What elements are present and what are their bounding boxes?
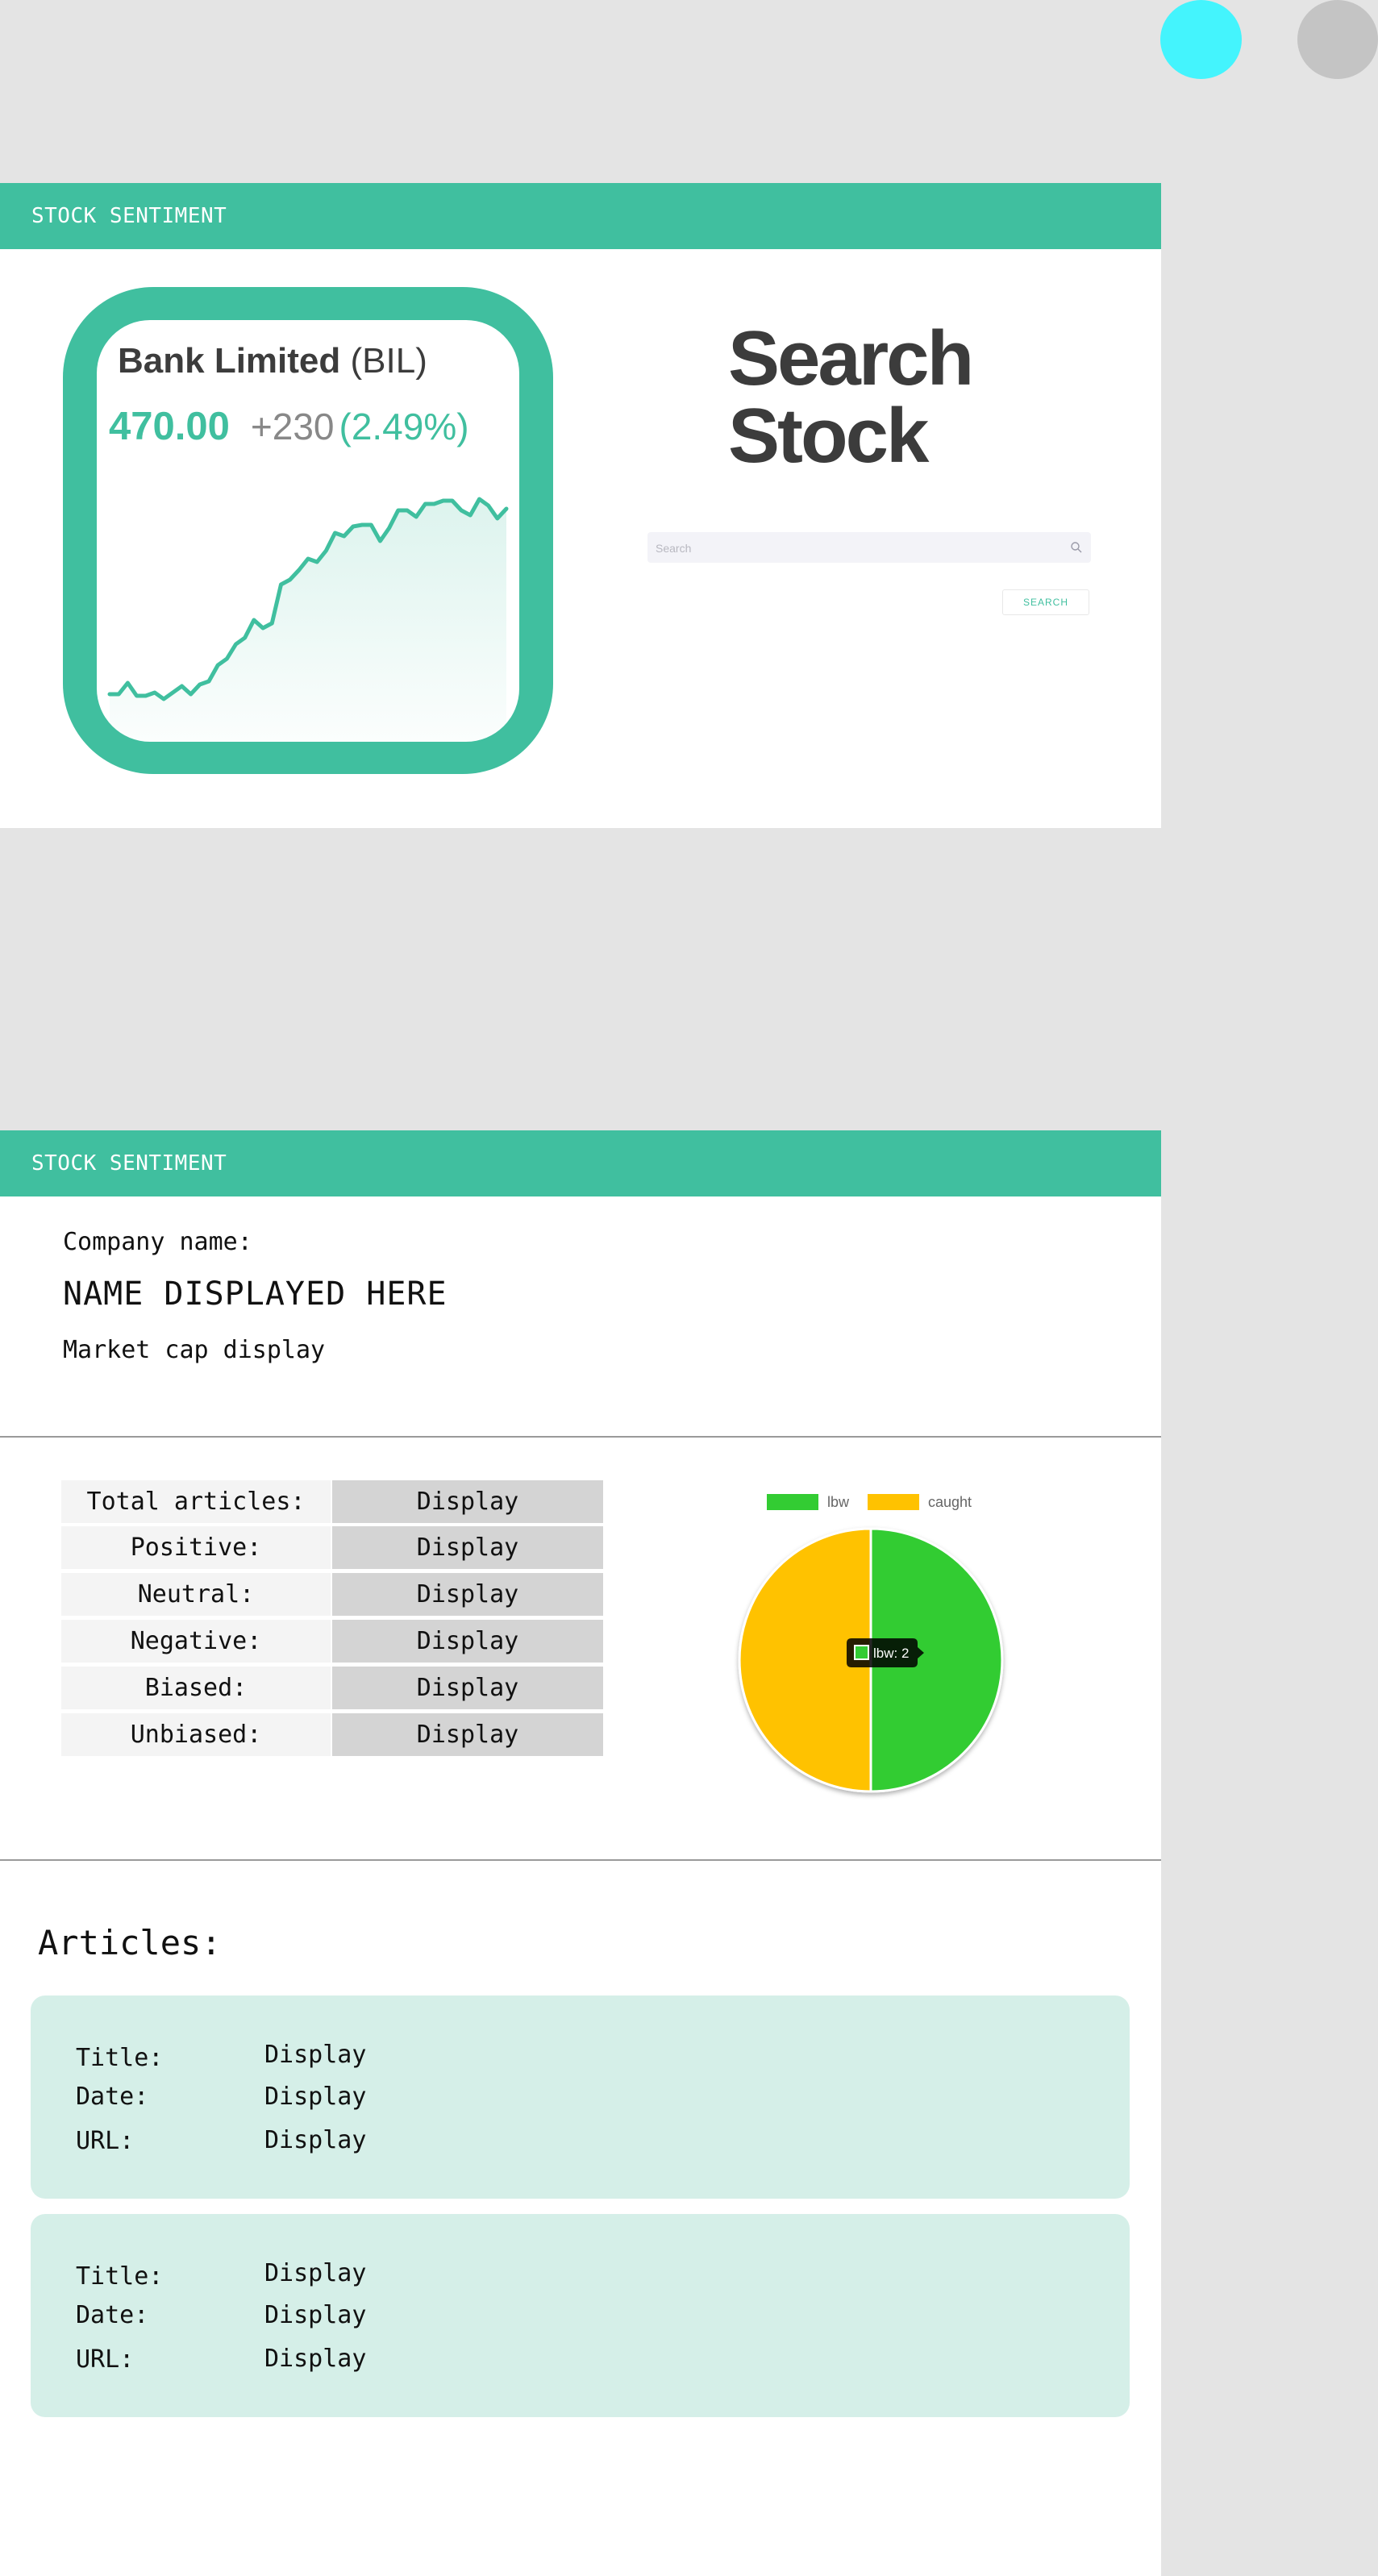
stat-value: Display bbox=[332, 1480, 603, 1523]
stock-change: +230 bbox=[250, 406, 335, 447]
stat-label: Unbiased: bbox=[61, 1713, 331, 1756]
market-cap-value: Market cap display bbox=[63, 1336, 326, 1364]
stat-row-total: Total articles: Display bbox=[61, 1480, 603, 1523]
article-card[interactable]: Title: Display Date: Display URL: Displa… bbox=[31, 2214, 1130, 2417]
article-url-value[interactable]: Display bbox=[264, 2345, 366, 2373]
search-title-line-2: Stock bbox=[728, 393, 929, 479]
search-input[interactable] bbox=[654, 532, 1060, 564]
article-date-value: Display bbox=[264, 2083, 367, 2111]
stock-price-line: 470.00 +230 (2.49%) bbox=[109, 404, 469, 449]
legend-label-lbw[interactable]: lbw bbox=[827, 1494, 850, 1510]
stat-value: Display bbox=[332, 1713, 603, 1756]
price-sparkline-chart bbox=[107, 497, 509, 742]
search-title: Search Stock bbox=[728, 320, 1067, 475]
legend-swatch-caught[interactable] bbox=[866, 1492, 921, 1512]
search-box bbox=[647, 532, 1091, 564]
article-title-value: Display bbox=[264, 2041, 367, 2069]
stat-label: Neutral: bbox=[61, 1573, 331, 1616]
results-screen: STOCK SENTIMENT Company name: NAME DISPL… bbox=[0, 1130, 1161, 2576]
brand-title[interactable]: STOCK SENTIMENT bbox=[31, 1130, 227, 1196]
pie-tooltip-text: lbw: 2 bbox=[873, 1646, 909, 1661]
stat-label: Total articles: bbox=[61, 1480, 331, 1523]
pie-tooltip: lbw: 2 bbox=[847, 1638, 924, 1667]
stock-card-body: Bank Limited (BIL) 470.00 +230 (2.49%) bbox=[97, 320, 519, 742]
sentiment-pie-chart[interactable]: lbw caught lbw: 2 bbox=[726, 1479, 1016, 1801]
article-url-label: URL: bbox=[76, 2127, 135, 2155]
stock-company-line: Bank Limited (BIL) bbox=[118, 341, 427, 381]
stat-row-unbiased: Unbiased: Display bbox=[61, 1713, 603, 1756]
gray-circle-decoration bbox=[1297, 0, 1378, 79]
navbar: STOCK SENTIMENT bbox=[0, 183, 1161, 249]
stock-company-name: Bank Limited bbox=[118, 341, 341, 381]
article-title-value: Display bbox=[264, 2259, 367, 2287]
article-card[interactable]: Title: Display Date: Display URL: Displa… bbox=[31, 1995, 1130, 2199]
stat-label: Negative: bbox=[61, 1620, 331, 1663]
company-name-label: Company name: bbox=[63, 1228, 252, 1256]
stat-value: Display bbox=[332, 1620, 603, 1663]
stat-value: Display bbox=[332, 1667, 603, 1709]
article-url-label: URL: bbox=[76, 2345, 135, 2374]
stock-ticker: (BIL) bbox=[350, 341, 427, 381]
article-url-value[interactable]: Display bbox=[264, 2126, 366, 2154]
article-date-label: Date: bbox=[76, 2301, 149, 2329]
legend-label-caught[interactable]: caught bbox=[928, 1494, 972, 1510]
stock-change-percent: (2.49%) bbox=[339, 406, 469, 447]
legend-swatch-lbw[interactable] bbox=[765, 1492, 820, 1512]
divider bbox=[0, 1436, 1161, 1438]
stat-row-positive: Positive: Display bbox=[61, 1526, 603, 1569]
brand-title[interactable]: STOCK SENTIMENT bbox=[31, 183, 227, 249]
divider bbox=[0, 1859, 1161, 1861]
search-screen: STOCK SENTIMENT Bank Limited (BIL) 470.0… bbox=[0, 183, 1161, 828]
stat-row-neutral: Neutral: Display bbox=[61, 1573, 603, 1616]
stat-label: Biased: bbox=[61, 1667, 331, 1709]
search-button[interactable]: SEARCH bbox=[1002, 589, 1089, 615]
company-name-value: NAME DISPLAYED HERE bbox=[63, 1276, 448, 1313]
article-date-label: Date: bbox=[76, 2083, 149, 2111]
stat-label: Positive: bbox=[61, 1526, 331, 1569]
search-title-line-1: Search bbox=[728, 315, 974, 402]
sparkline-area bbox=[110, 499, 506, 742]
cyan-circle-decoration bbox=[1160, 0, 1242, 79]
navbar: STOCK SENTIMENT bbox=[0, 1130, 1161, 1196]
stat-value: Display bbox=[332, 1573, 603, 1616]
search-icon[interactable] bbox=[1070, 541, 1083, 554]
stat-row-biased: Biased: Display bbox=[61, 1667, 603, 1709]
stock-price: 470.00 bbox=[109, 405, 230, 448]
article-title-label: Title: bbox=[76, 2262, 164, 2291]
article-title-label: Title: bbox=[76, 2044, 164, 2072]
articles-heading: Articles: bbox=[38, 1923, 222, 1962]
stat-value: Display bbox=[332, 1526, 603, 1569]
stat-row-negative: Negative: Display bbox=[61, 1620, 603, 1663]
stock-card: Bank Limited (BIL) 470.00 +230 (2.49%) bbox=[63, 287, 553, 774]
article-date-value: Display bbox=[264, 2301, 367, 2329]
